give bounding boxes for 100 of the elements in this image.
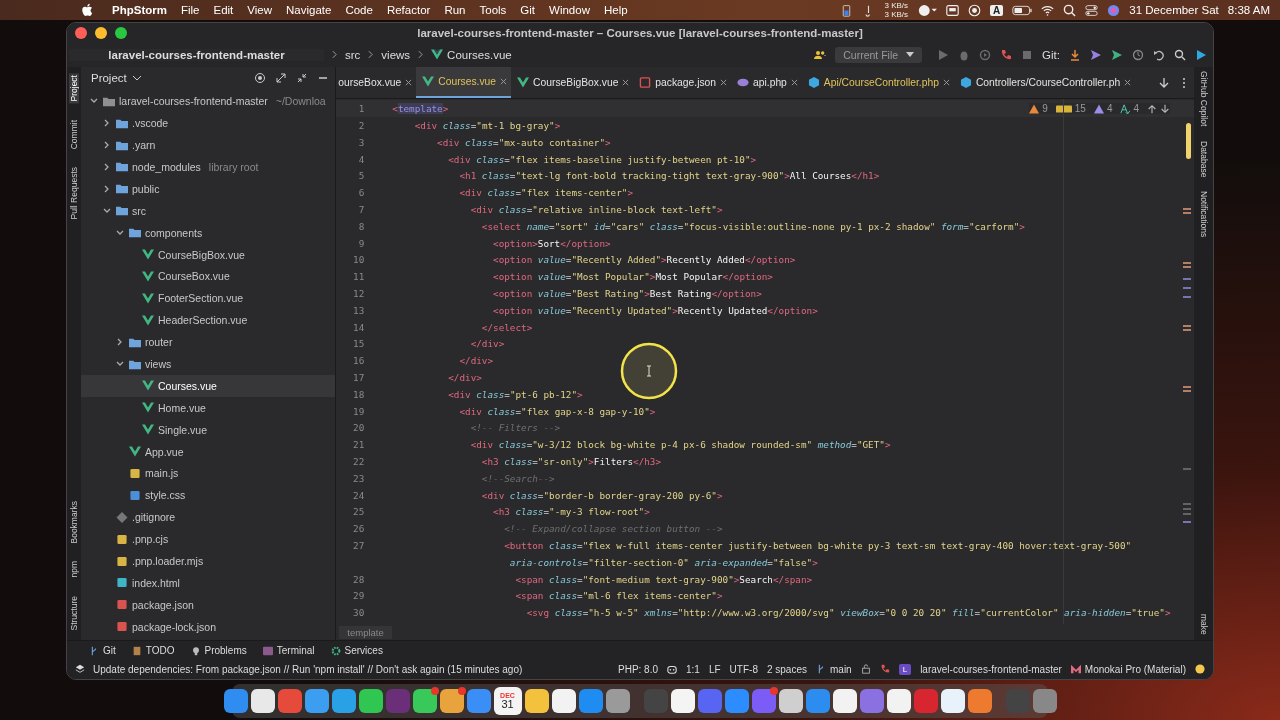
editor-tab[interactable]: Controllers/CourseController.ph [953, 67, 1136, 99]
tree-item[interactable]: index.html [80, 571, 336, 594]
tree-item[interactable]: .pnp.loader.mjs [80, 550, 336, 572]
line-number: 26 [352, 523, 365, 535]
menu-item[interactable]: Edit [213, 4, 234, 16]
tool-window-tab[interactable]: Pull Requests [69, 165, 79, 222]
tree-item[interactable]: Single.vue [80, 418, 336, 441]
caret-position[interactable]: 1:1 [686, 663, 700, 675]
menu-item[interactable]: Window [549, 4, 590, 16]
breadcrumb-item[interactable]: Courses.vue [431, 48, 512, 61]
menu-bar-date[interactable]: 31 December Sat [1129, 4, 1219, 16]
tree-item[interactable]: package.json [80, 593, 336, 616]
tool-window-button[interactable]: TODO [125, 645, 181, 657]
file-name: node_modules [131, 161, 201, 173]
tree-item[interactable]: src [80, 199, 336, 222]
tool-window-tab[interactable]: Commit [69, 117, 79, 152]
input-source[interactable]: A [990, 4, 1004, 16]
file-name: src [131, 204, 146, 217]
breadcrumb-item[interactable]: views [381, 48, 411, 61]
tree-item[interactable]: FooterSection.vue [80, 287, 336, 310]
menu-item[interactable]: File [180, 4, 200, 16]
run-configuration-dropdown[interactable]: Current File [835, 46, 923, 63]
tool-window-tab[interactable]: Structure [69, 593, 79, 633]
code-line: <div class="w-3/12 block bg-white p-4 px-6 shadow rounded-sm" method="GET"> [469, 439, 891, 451]
tree-item[interactable]: .vscode [80, 112, 336, 135]
line-number: 28 [352, 573, 365, 585]
breadcrumb-item[interactable]: laravel-courses-frontend-master [69, 48, 324, 61]
line-separator[interactable]: LF [708, 663, 721, 675]
tree-item[interactable]: CourseBox.vue [80, 265, 336, 288]
file-name: .vscode [131, 117, 169, 130]
menu-bar-time[interactable]: 8:38 AM [1227, 4, 1270, 16]
editor-breadcrumb[interactable]: template [339, 625, 392, 639]
line-number: 11 [352, 271, 365, 283]
weak-warning-count: 4 [1106, 103, 1113, 115]
line-number: 9 [357, 237, 365, 249]
editor-tab[interactable]: CourseBigBox.vue [511, 67, 634, 99]
editor-tab[interactable]: ourseBox.vue [336, 67, 417, 99]
tree-item[interactable]: laravel-courses-frontend-master ~/Downloa [80, 90, 336, 113]
tree-item[interactable]: .pnp.cjs [80, 528, 336, 551]
tree-item[interactable]: .yarn [80, 134, 336, 157]
editor-tab[interactable]: package.json [633, 67, 732, 99]
tool-window-tab[interactable]: GitHub Copilot [1198, 71, 1209, 127]
tree-item[interactable]: Home.vue [80, 396, 336, 419]
tool-window-tab[interactable]: npm [69, 559, 79, 580]
menu-item[interactable]: Git [520, 4, 536, 16]
editor-tab[interactable]: api.php [731, 67, 802, 99]
indent-setting[interactable]: 2 spaces [766, 663, 807, 675]
line-number: 24 [352, 489, 365, 501]
project-avatar: L [898, 663, 912, 675]
tree-item[interactable]: Courses.vue [80, 374, 336, 397]
tree-item[interactable]: components [80, 221, 336, 244]
breadcrumb-item[interactable]: src [345, 48, 361, 61]
tree-item[interactable]: HeaderSection.vue [80, 309, 336, 332]
tool-window-tab[interactable]: Bookmarks [69, 498, 79, 546]
tree-item[interactable]: views [80, 353, 336, 375]
menu-item[interactable]: Refactor [386, 4, 431, 16]
app-menu[interactable]: PhpStorm [112, 4, 167, 16]
menu-item[interactable]: Code [345, 4, 373, 16]
file-name: package.json [131, 598, 194, 611]
warning-count: 9 [1042, 103, 1048, 115]
file-name: public [131, 182, 160, 195]
php-version[interactable]: PHP: 8.0 [618, 663, 659, 675]
editor-tab[interactable]: Api/CourseController.php [801, 67, 954, 99]
status-message[interactable]: Update dependencies: From package.json // Run 'npm install' // Don't ask again (15 minutes ago) [93, 663, 523, 675]
tool-window-button[interactable]: Services [324, 645, 389, 657]
project-name[interactable]: laravel-courses-frontend-master [920, 663, 1062, 675]
menu-item[interactable]: Navigate [286, 4, 332, 16]
tree-item[interactable]: .gitignore [80, 506, 336, 529]
tool-window-tab[interactable]: Database [1198, 140, 1209, 178]
code-line: </select> [480, 321, 533, 333]
menu-item[interactable]: View [247, 4, 273, 16]
line-number: 13 [352, 304, 365, 316]
tree-item[interactable]: App.vue [80, 440, 336, 463]
tool-window-button[interactable]: Problems [184, 645, 253, 657]
tree-item[interactable]: main.js [80, 462, 336, 485]
tree-item[interactable]: public [80, 177, 336, 200]
file-name: views [144, 358, 172, 370]
menu-item[interactable]: Run [444, 4, 466, 16]
tree-item[interactable]: router [80, 331, 336, 354]
typo-count: 15 [1074, 103, 1086, 115]
tool-window-tab[interactable]: Notifications [1198, 191, 1209, 238]
editor-tab[interactable]: Courses.vue [416, 67, 512, 99]
tool-window-button[interactable]: Git [83, 645, 122, 657]
file-encoding[interactable]: UTF-8 [729, 663, 758, 675]
tool-window-button[interactable]: Terminal [256, 645, 321, 657]
menu-item[interactable]: Help [603, 4, 628, 16]
tree-item[interactable]: CourseBigBox.vue [80, 243, 336, 266]
tree-item[interactable]: style.css [80, 484, 336, 507]
tool-window-tab[interactable]: Project [69, 73, 79, 104]
code-line: <span class="font-medium text-gray-900">Search</span> [514, 573, 813, 585]
tree-item[interactable]: node_modules library root [80, 156, 336, 178]
menu-item[interactable]: Tools [479, 4, 507, 16]
tree-item[interactable]: package-lock.json [80, 615, 336, 638]
tool-window-tab[interactable]: make [1198, 613, 1209, 635]
project-view-dropdown[interactable]: Project [90, 72, 141, 85]
line-number: 5 [357, 170, 365, 182]
git-branch[interactable]: main [816, 663, 852, 675]
network-speed: 3 KB/s 3 KB/s [884, 1, 909, 19]
code-line: <template> [392, 103, 449, 115]
theme-name[interactable]: Monokai Pro (Material) [1070, 663, 1186, 675]
